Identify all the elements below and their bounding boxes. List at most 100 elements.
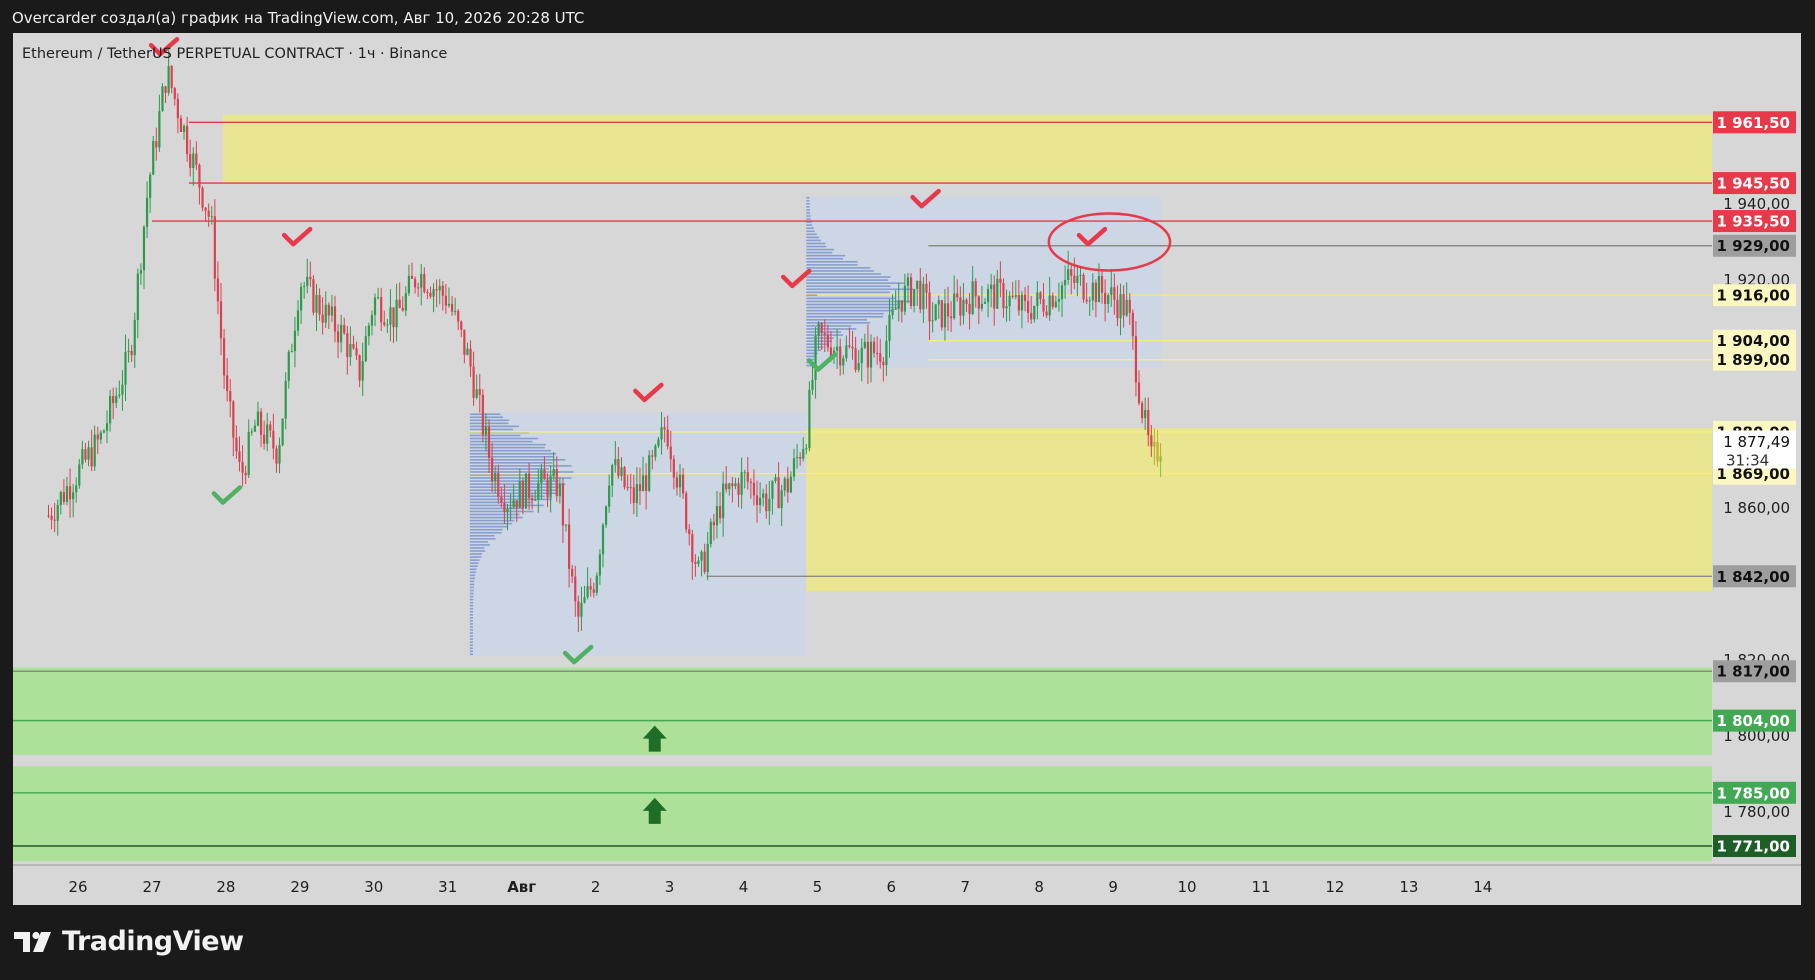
candle-body: [509, 507, 512, 509]
volume-profile-bar: [469, 559, 480, 561]
candle-body: [839, 346, 842, 366]
candle-body: [949, 316, 953, 319]
logo-text: TradingView: [62, 926, 244, 957]
candle-body: [189, 154, 192, 169]
candle-body: [435, 289, 438, 291]
candle-body: [108, 396, 112, 424]
candle-body: [343, 324, 346, 334]
candle-body: [259, 411, 263, 435]
candle-body: [152, 141, 155, 175]
candle-body: [472, 366, 475, 398]
candle-body: [173, 88, 176, 99]
candle-body: [133, 320, 136, 356]
candle-body: [1057, 299, 1061, 302]
candle-body: [413, 278, 417, 288]
candle-body: [1097, 276, 1101, 303]
candle-body: [429, 292, 432, 297]
volume-profile-bar: [469, 577, 476, 580]
candle-body: [53, 519, 56, 521]
candle-body: [1094, 282, 1097, 303]
candle-body: [919, 280, 922, 310]
candle-body: [598, 554, 602, 576]
candle-body: [768, 498, 771, 512]
candle-body: [65, 486, 69, 502]
candle-body: [583, 597, 586, 603]
candle-body: [164, 86, 167, 93]
candle-body: [210, 216, 213, 218]
time-axis-panel[interactable]: [13, 866, 1801, 905]
volume-profile-bar: [806, 306, 899, 309]
volume-profile-bar: [469, 419, 510, 422]
candle-body: [475, 389, 478, 398]
candle-body: [580, 602, 583, 617]
candle-body: [983, 302, 987, 304]
candle-body: [222, 338, 226, 376]
volume-profile-range: [469, 412, 807, 657]
candle-body: [330, 306, 334, 316]
candle-body: [349, 344, 352, 358]
volume-profile-bar: [469, 489, 557, 492]
candle-body: [746, 472, 749, 482]
volume-profile-bar: [806, 230, 815, 233]
candle-body: [426, 291, 429, 293]
x-axis-tick: 4: [739, 878, 749, 896]
volume-profile-bar: [469, 468, 549, 470]
candle-body: [694, 561, 697, 565]
x-axis-tick: 14: [1473, 878, 1492, 896]
candle-body: [198, 164, 201, 188]
candle-body: [617, 459, 620, 476]
volume-profile-bar: [469, 562, 479, 564]
candle-body: [1116, 299, 1119, 319]
volume-profile-bar: [806, 288, 914, 291]
candle-body: [996, 278, 999, 309]
candle-body: [1082, 274, 1085, 300]
volume-profile-bar: [469, 604, 474, 607]
candle-body: [820, 323, 823, 334]
volume-profile-bar: [469, 480, 559, 482]
volume-profile-bar: [806, 297, 897, 300]
price-label-text: 1 929,00: [1716, 237, 1790, 255]
candle-body: [1027, 301, 1030, 314]
candle-body: [1054, 301, 1057, 308]
candle-body: [783, 478, 786, 491]
candle-body: [287, 351, 290, 381]
candle-body: [1033, 305, 1036, 320]
price-chart[interactable]: 1 940,001 920,001 880,001 860,001 820,00…: [0, 0, 1815, 980]
candle-body: [611, 465, 614, 486]
candle-body: [657, 439, 660, 446]
candle-body: [1085, 299, 1088, 302]
candle-body: [990, 284, 993, 290]
candle-body: [139, 270, 143, 274]
volume-profile-bar: [806, 236, 819, 239]
x-axis-tick: 11: [1251, 878, 1270, 896]
candle-body: [857, 363, 860, 370]
volume-profile-bar: [806, 325, 852, 327]
volume-profile-bar: [469, 635, 473, 637]
volume-profile-bar: [806, 285, 891, 288]
volume-profile-bar: [806, 215, 811, 217]
candle-body: [654, 445, 657, 457]
volume-profile-bar: [806, 239, 821, 242]
candle-body: [712, 521, 715, 526]
candle-body: [638, 484, 642, 492]
candle-body: [460, 321, 463, 330]
candle-body: [494, 473, 497, 482]
candle-body: [244, 472, 247, 476]
candle-body: [848, 345, 851, 347]
volume-profile-bar: [806, 218, 811, 220]
volume-profile-bar: [469, 413, 501, 416]
price-label-text: 1 945,50: [1716, 175, 1790, 193]
candle-body: [266, 424, 269, 444]
candle-body: [105, 423, 109, 431]
volume-profile-bar: [806, 337, 834, 339]
volume-profile-bar: [806, 248, 835, 251]
candle-body: [620, 467, 623, 476]
candle-body: [250, 431, 253, 433]
candle-body: [204, 207, 207, 211]
candle-body: [540, 469, 543, 483]
candle-body: [93, 434, 96, 467]
volume-profile-bar: [469, 525, 509, 528]
candle-body: [795, 457, 799, 459]
candle-body: [1005, 306, 1008, 309]
volume-profile-range: [806, 196, 1162, 368]
